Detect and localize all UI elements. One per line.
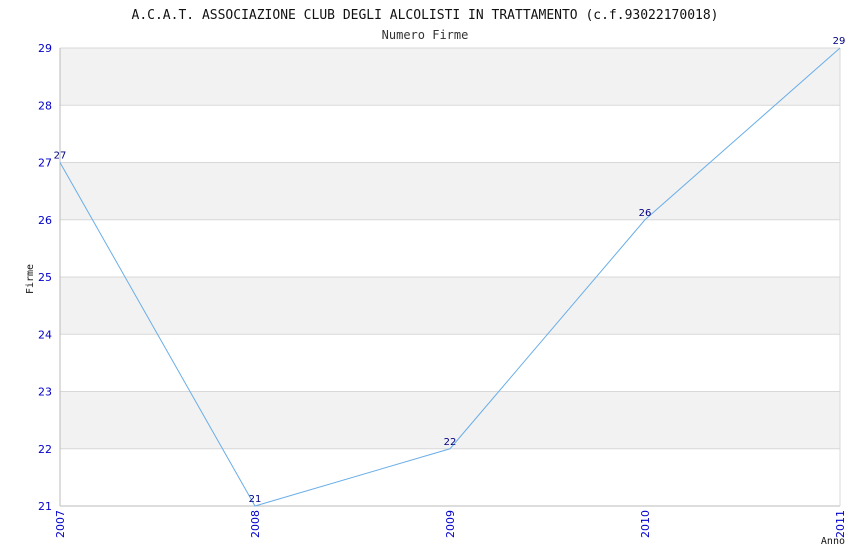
chart-title: A.C.A.T. ASSOCIAZIONE CLUB DEGLI ALCOLIS… [132,8,719,23]
y-tick-label: 25 [38,271,52,284]
x-axis-label: Anno [821,536,845,547]
data-label: 29 [833,36,846,47]
y-tick-label: 24 [38,328,52,341]
x-tick-label: 2007 [54,510,67,538]
y-tick-label: 26 [38,214,52,227]
x-tick-label: 2010 [639,510,652,538]
y-tick-label: 28 [38,99,52,112]
grid-band [60,162,840,220]
y-tick-label: 29 [38,42,52,55]
y-tick-label: 21 [38,500,52,513]
grid-band [60,48,840,106]
y-tick-label: 23 [38,386,52,399]
data-label: 26 [639,208,652,219]
x-tick-label: 2009 [444,510,457,538]
x-tick-label: 2011 [834,510,847,538]
x-tick-label: 2008 [249,510,262,538]
chart: 27 21 22 26 29 21 22 23 24 25 26 27 28 29 2007 2008 200… [0,0,850,550]
data-label: 21 [249,494,262,505]
y-tick-label: 22 [38,443,52,456]
data-label: 27 [54,151,67,162]
y-tick-label: 27 [38,157,52,170]
background-bands [60,48,840,449]
y-axis-label: Firme [25,264,36,294]
data-label: 22 [444,437,457,448]
line-chart: 27 21 22 26 29 21 22 23 24 25 26 27 28 29 2007 2008 200… [25,8,847,547]
chart-subtitle: Numero Firme [382,28,469,42]
grid-band [60,277,840,335]
